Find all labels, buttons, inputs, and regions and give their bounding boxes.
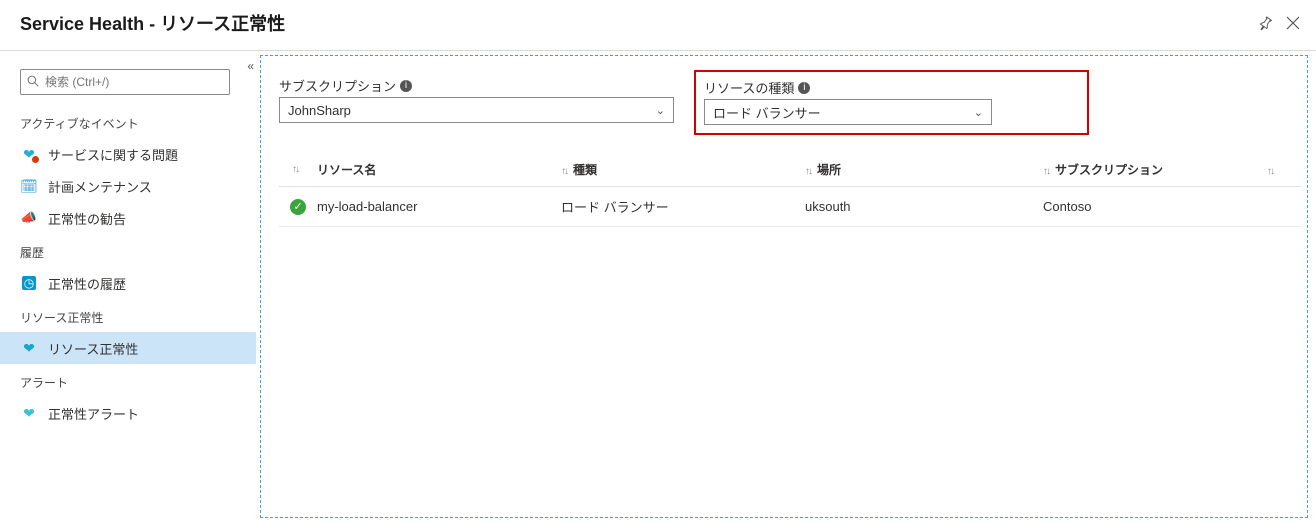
chevron-down-icon: ⌄ (656, 104, 665, 117)
col-header-name[interactable]: リソース名 (313, 161, 561, 178)
col-header-status[interactable]: ↑↓ (283, 164, 313, 175)
col-header-type[interactable]: ↑↓ 種類 (561, 161, 805, 178)
sidebar-item-label: リソース正常性 (48, 339, 138, 358)
filter-resource-type-label: リソースの種類 i (704, 78, 1079, 97)
collapse-sidebar-icon[interactable]: « (247, 59, 254, 73)
sidebar-item-label: 正常性の履歴 (48, 274, 126, 293)
filter-bar: サブスクリプション i JohnSharp ⌄ リソースの種類 i ロード バラ… (279, 76, 1301, 135)
sidebar-item-health-alerts[interactable]: 正常性アラート (0, 397, 256, 429)
sidebar-item-label: 正常性アラート (48, 404, 139, 423)
sidebar-item-label: 計画メンテナンス (48, 177, 152, 196)
sidebar-item-label: 正常性の勧告 (48, 209, 126, 228)
col-label: 場所 (817, 163, 841, 177)
sidebar-item-health-advisories[interactable]: 正常性の勧告 (0, 202, 256, 234)
chevron-down-icon: ⌄ (974, 106, 983, 119)
cell-status: ✓ (283, 199, 313, 215)
heart-pulse-icon (20, 339, 38, 357)
sort-icon: ↑↓ (1267, 166, 1273, 177)
filter-subscription: サブスクリプション i JohnSharp ⌄ (279, 76, 674, 135)
col-label: 種類 (573, 163, 597, 177)
page-title: Service Health - リソース正常性 (20, 10, 285, 36)
sidebar-item-planned-maintenance[interactable]: 計画メンテナンス (0, 170, 256, 202)
nav-group-history: 履歴 (0, 234, 256, 267)
resource-type-dropdown[interactable]: ロード バランサー ⌄ (704, 99, 992, 125)
sort-icon: ↑↓ (1043, 166, 1049, 177)
sidebar-item-service-issues[interactable]: サービスに関する問題 (0, 138, 256, 170)
dropdown-value: JohnSharp (288, 103, 351, 118)
sort-icon: ↑↓ (805, 166, 811, 177)
cell-type: ロード バランサー (561, 197, 805, 216)
sidebar-item-resource-health[interactable]: リソース正常性 (0, 332, 256, 364)
filter-label-text: サブスクリプション (279, 76, 396, 95)
filter-subscription-label: サブスクリプション i (279, 76, 674, 95)
cell-location: uksouth (805, 199, 1043, 214)
sort-icon: ↑↓ (292, 164, 298, 175)
sidebar-item-health-history[interactable]: 正常性の履歴 (0, 267, 256, 299)
pin-icon[interactable] (1257, 16, 1272, 31)
sort-icon: ↑↓ (561, 166, 567, 177)
table-header-row: ↑↓ リソース名 ↑↓ 種類 ↑↓ 場所 ↑↓ サブスクリプション ↑↓ (279, 153, 1301, 187)
subscription-dropdown[interactable]: JohnSharp ⌄ (279, 97, 674, 123)
info-icon[interactable]: i (400, 80, 412, 92)
col-label: サブスクリプション (1055, 163, 1163, 177)
status-ok-icon: ✓ (290, 199, 306, 215)
heart-alert-icon (20, 145, 38, 163)
resources-table: ↑↓ リソース名 ↑↓ 種類 ↑↓ 場所 ↑↓ サブスクリプション ↑↓ ✓ my-l… (279, 153, 1301, 227)
search-field[interactable] (45, 75, 223, 89)
history-icon (20, 274, 38, 292)
calendar-icon (20, 177, 38, 195)
nav-group-active-events: アクティブなイベント (0, 105, 256, 138)
heart-alert-icon (20, 404, 38, 422)
filter-resource-type: リソースの種類 i ロード バランサー ⌄ (694, 70, 1089, 135)
search-input[interactable] (20, 69, 230, 95)
header-actions (1257, 16, 1300, 31)
search-icon (27, 75, 39, 90)
col-label: リソース名 (317, 163, 376, 177)
table-row[interactable]: ✓ my-load-balancer ロード バランサー uksouth Con… (279, 187, 1301, 227)
sidebar: « アクティブなイベント サービスに関する問題 計画メンテナンス 正常性の勧告 (0, 51, 256, 526)
filter-label-text: リソースの種類 (704, 78, 794, 97)
col-header-tail[interactable]: ↑↓ (1267, 163, 1297, 177)
nav-group-alerts: アラート (0, 364, 256, 397)
dropdown-value: ロード バランサー (713, 103, 821, 122)
col-header-location[interactable]: ↑↓ 場所 (805, 161, 1043, 178)
cell-subscription: Contoso (1043, 199, 1267, 214)
cell-name: my-load-balancer (313, 199, 561, 214)
main-panel: サブスクリプション i JohnSharp ⌄ リソースの種類 i ロード バラ… (260, 55, 1308, 518)
info-icon[interactable]: i (798, 82, 810, 94)
nav-group-resource-health: リソース正常性 (0, 299, 256, 332)
blade-header: Service Health - リソース正常性 (0, 0, 1316, 51)
col-header-subscription[interactable]: ↑↓ サブスクリプション (1043, 161, 1267, 178)
sidebar-item-label: サービスに関する問題 (48, 145, 178, 164)
megaphone-icon (20, 209, 38, 227)
close-icon[interactable] (1286, 16, 1300, 30)
